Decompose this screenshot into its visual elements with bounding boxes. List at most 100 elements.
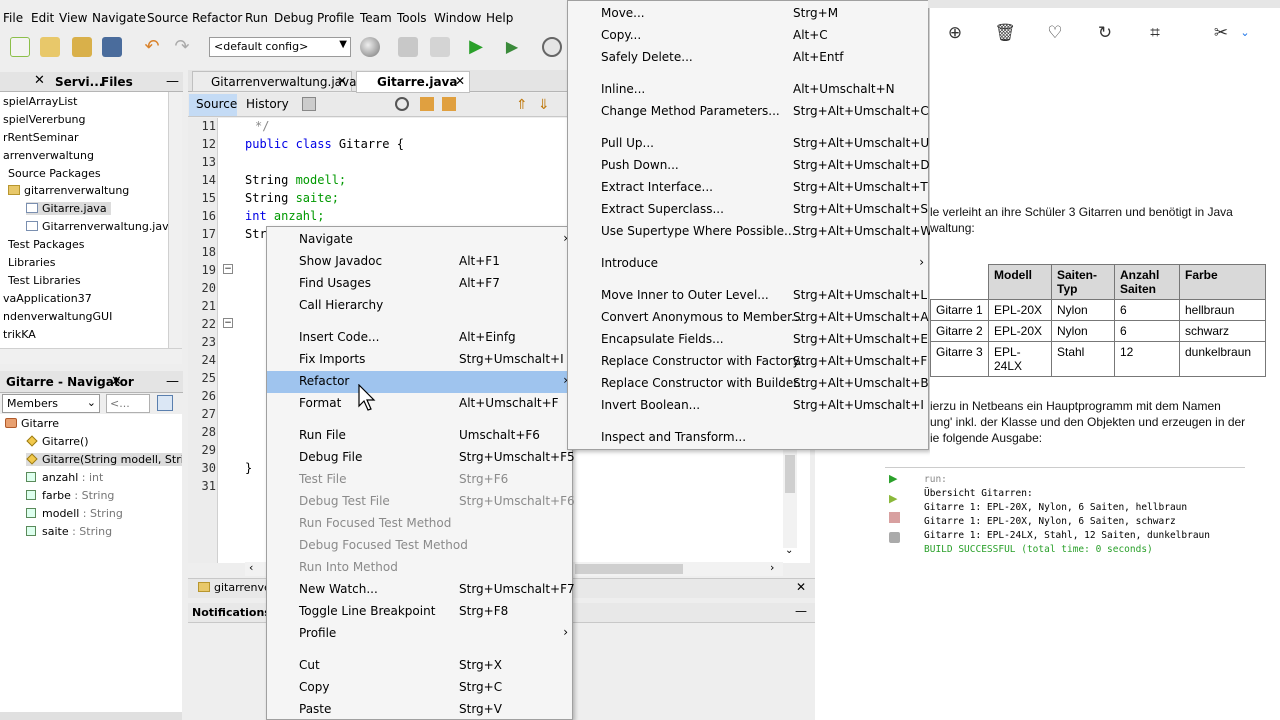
menu-item-copy-class[interactable]: Copy... Alt+C: [568, 25, 928, 47]
close-icon[interactable]: ✕: [337, 74, 347, 88]
undo-icon[interactable]: ↶: [142, 37, 162, 57]
menu-item-push-down[interactable]: Push Down... Strg+Alt+Umschalt+D: [568, 155, 930, 177]
menu-item-show-javadoc[interactable]: Show Javadoc Alt+F1: [267, 251, 572, 273]
crop-icon[interactable]: ⌗: [1144, 22, 1166, 44]
find-next-icon[interactable]: [442, 97, 456, 111]
menu-source[interactable]: Source: [147, 11, 188, 25]
nav-member-constructor[interactable]: Gitarre(String modell, String: [26, 453, 182, 466]
close-icon[interactable]: ✕: [455, 74, 465, 88]
members-select[interactable]: Members ⌄: [2, 394, 100, 413]
menu-navigate[interactable]: Navigate: [92, 11, 146, 25]
back-icon[interactable]: [302, 97, 316, 111]
chevron-right-icon[interactable]: ›: [770, 561, 774, 574]
tree-item[interactable]: spielArrayList: [3, 95, 77, 108]
menu-item-encapsulate-fields[interactable]: Encapsulate Fields... Strg+Alt+Umschalt+E: [568, 329, 928, 351]
menu-team[interactable]: Team: [360, 11, 392, 25]
tree-item[interactable]: vaApplication37: [3, 292, 92, 305]
menu-item-safely-delete[interactable]: Safely Delete... Alt+Entf: [568, 47, 928, 69]
menu-item-paste[interactable]: Paste Strg+V: [267, 699, 572, 720]
close-icon[interactable]: ✕: [796, 580, 806, 594]
output-tab[interactable]: gitarrenve: [198, 581, 271, 594]
close-icon[interactable]: ✕: [34, 73, 45, 88]
tree-item-selected[interactable]: Gitarre.java: [26, 202, 111, 215]
tree-item[interactable]: ndenverwaltungGUI: [3, 310, 112, 323]
vertical-scrollbar[interactable]: [168, 92, 182, 348]
menu-item-run-file[interactable]: Run File Umschalt+F6: [267, 425, 572, 447]
nav-member-field[interactable]: saite : String: [26, 525, 112, 538]
menu-view[interactable]: View: [59, 11, 87, 25]
menu-item-refactor[interactable]: Refactor ›: [267, 371, 572, 393]
source-tab[interactable]: Source: [189, 94, 237, 116]
tree-item[interactable]: arrenverwaltung: [3, 149, 94, 162]
menu-item-navigate[interactable]: Navigate ›: [267, 229, 572, 251]
new-project-icon[interactable]: [40, 37, 60, 57]
fold-icon[interactable]: −: [223, 318, 233, 328]
menu-item-replace-constructor-factory[interactable]: Replace Constructor with Factory... Strg+…: [568, 351, 928, 373]
arrow-down-icon[interactable]: ⇓: [538, 97, 550, 113]
nav-member-field[interactable]: anzahl : int: [26, 471, 103, 484]
tree-item[interactable]: Source Packages: [8, 167, 101, 180]
nav-member-field[interactable]: farbe : String: [26, 489, 114, 502]
build-icon[interactable]: [398, 37, 418, 57]
filter-select[interactable]: <...: [106, 394, 150, 413]
chevron-down-icon[interactable]: ⌄: [785, 545, 793, 556]
menu-item-new-watch[interactable]: New Watch... Strg+Umschalt+F7: [267, 579, 575, 601]
menu-item-copy[interactable]: Copy Strg+C: [267, 677, 572, 699]
chevron-down-icon[interactable]: ⌄: [1234, 22, 1256, 44]
menu-file[interactable]: File: [3, 11, 23, 25]
rotate-icon[interactable]: ↻: [1094, 22, 1116, 44]
scrollbar-thumb[interactable]: [575, 564, 683, 574]
menu-item-pull-up[interactable]: Pull Up... Strg+Alt+Umschalt+U: [568, 133, 929, 155]
edit-icon[interactable]: ✂: [1210, 22, 1232, 44]
nav-member-field[interactable]: modell : String: [26, 507, 123, 520]
menu-item-invert-boolean[interactable]: Invert Boolean... Strg+Alt+Umschalt+I: [568, 395, 928, 417]
build-target-icon[interactable]: [360, 37, 380, 57]
menu-item-cut[interactable]: Cut Strg+X: [267, 655, 572, 677]
tree-item[interactable]: Libraries: [8, 256, 56, 269]
nav-member-constructor[interactable]: Gitarre(): [26, 435, 89, 448]
nav-root[interactable]: Gitarre: [5, 417, 59, 430]
heart-icon[interactable]: ♡: [1044, 22, 1066, 44]
filters-icon[interactable]: [157, 395, 173, 411]
menu-debug[interactable]: Debug: [274, 11, 313, 25]
horizontal-scrollbar[interactable]: [0, 712, 182, 720]
tab-gitarre[interactable]: Gitarre.java ✕: [356, 71, 470, 93]
tab-gitarrenverwaltung[interactable]: Gitarrenverwaltung.java ✕: [192, 71, 356, 92]
tree-item[interactable]: trikKA: [3, 328, 36, 341]
menu-item-use-supertype[interactable]: Use Supertype Where Possible... Strg+Alt+…: [568, 221, 932, 243]
menu-item-fix-imports[interactable]: Fix Imports Strg+Umschalt+I: [267, 349, 572, 371]
menu-item-inspect-transform[interactable]: Inspect and Transform...: [568, 427, 928, 449]
debug-icon[interactable]: ▶: [502, 37, 522, 57]
menu-item-extract-interface[interactable]: Extract Interface... Strg+Alt+Umschalt+T: [568, 177, 928, 199]
menu-refactor[interactable]: Refactor: [192, 11, 242, 25]
tree-item[interactable]: Test Libraries: [8, 274, 81, 287]
menu-item-move-inner-outer[interactable]: Move Inner to Outer Level... Strg+Alt+Ums…: [568, 285, 928, 307]
minimize-icon[interactable]: —: [166, 374, 179, 389]
clean-build-icon[interactable]: [430, 37, 450, 57]
zoom-in-icon[interactable]: ⊕: [944, 22, 966, 44]
menu-profile[interactable]: Profile: [317, 11, 354, 25]
chevron-left-icon[interactable]: ‹: [249, 561, 253, 574]
minimize-icon[interactable]: —: [166, 74, 179, 89]
fold-icon[interactable]: −: [223, 264, 233, 274]
tab-files[interactable]: Files: [101, 75, 133, 89]
menu-item-convert-anonymous[interactable]: Convert Anonymous to Member... Strg+Alt+U…: [568, 307, 929, 329]
redo-icon[interactable]: ↷: [172, 37, 192, 57]
menu-edit[interactable]: Edit: [31, 11, 54, 25]
menu-help[interactable]: Help: [486, 11, 513, 25]
minimize-icon[interactable]: —: [795, 604, 807, 618]
scrollbar-thumb[interactable]: [785, 455, 795, 493]
arrow-up-icon[interactable]: ⇑: [516, 97, 528, 113]
tree-item[interactable]: Test Packages: [8, 238, 84, 251]
run-icon[interactable]: ▶: [466, 37, 486, 57]
horizontal-scrollbar[interactable]: [0, 348, 182, 364]
menu-item-format[interactable]: Format Alt+Umschalt+F: [267, 393, 572, 415]
config-select[interactable]: <default config> ▼: [209, 37, 351, 57]
menu-item-introduce[interactable]: Introduce ›: [568, 253, 928, 275]
menu-run[interactable]: Run: [245, 11, 268, 25]
menu-item-debug-file[interactable]: Debug File Strg+Umschalt+F5: [267, 447, 575, 469]
tree-item[interactable]: rRentSeminar: [3, 131, 78, 144]
menu-item-find-usages[interactable]: Find Usages Alt+F7: [267, 273, 572, 295]
tree-item[interactable]: Gitarrenverwaltung.java: [26, 220, 175, 233]
menu-item-extract-superclass[interactable]: Extract Superclass... Strg+Alt+Umschalt+S: [568, 199, 928, 221]
